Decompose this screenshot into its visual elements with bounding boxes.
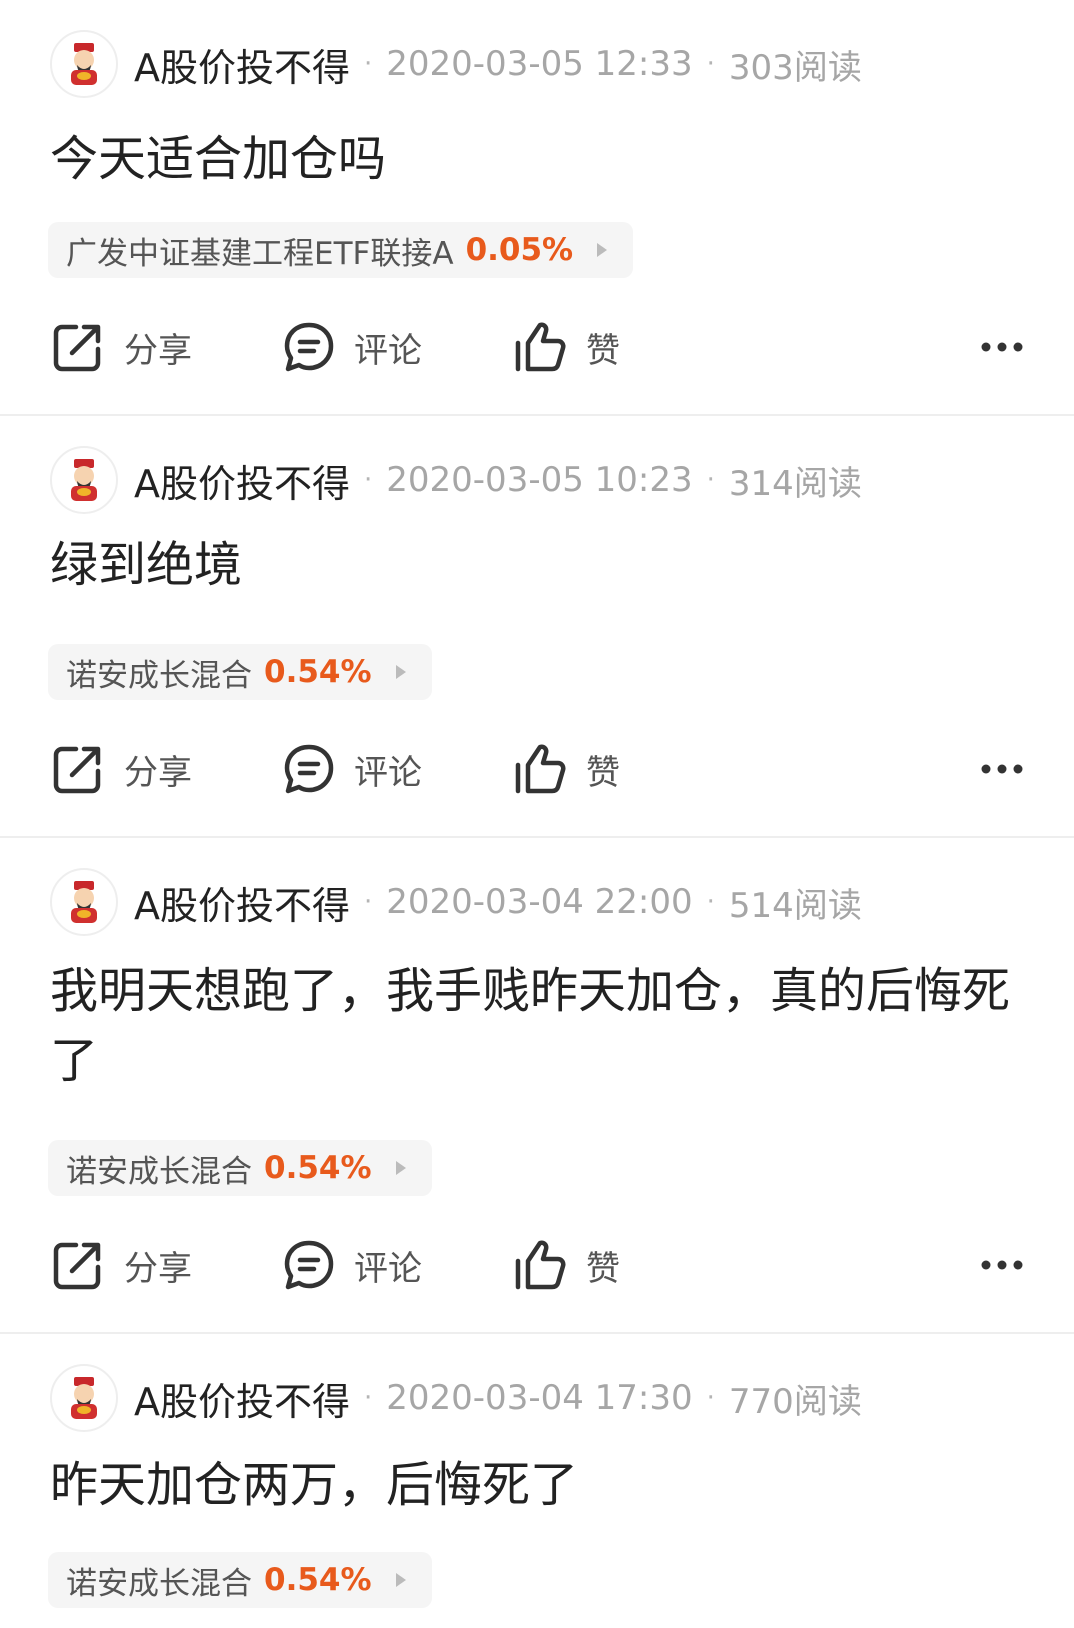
fund-change: 0.54% [264, 654, 372, 690]
separator-dot: · [706, 1383, 715, 1413]
like-label: 赞 [586, 330, 620, 371]
comment-button[interactable]: 评论 [282, 734, 422, 804]
author-name[interactable]: A股价投不得 [134, 37, 350, 92]
caishen-avatar-icon [71, 43, 97, 85]
action-bar: 分享 评论 赞 [50, 1230, 1024, 1300]
arrow-right-icon [597, 243, 608, 257]
share-button[interactable]: 分享 [50, 1230, 192, 1300]
post-text[interactable]: 绿到绝境 [50, 530, 1030, 600]
thumbs-up-icon [515, 744, 566, 794]
post-card[interactable]: A股价投不得 · 2020-03-05 12:33 · 303阅读 今天适合加仓… [0, 0, 1074, 416]
fund-tag[interactable]: 诺安成长混合 0.54% [48, 1552, 432, 1608]
comment-icon [284, 1240, 334, 1290]
more-button[interactable] [980, 312, 1024, 382]
separator-dot: · [364, 1383, 373, 1413]
separator-dot: · [364, 465, 373, 495]
read-count: 514阅读 [728, 885, 862, 926]
avatar[interactable] [50, 1364, 118, 1432]
separator-dot: · [706, 887, 715, 917]
fund-change: 0.54% [264, 1150, 372, 1186]
more-button[interactable] [980, 734, 1024, 804]
read-count: 770阅读 [728, 1381, 862, 1422]
avatar[interactable] [50, 868, 118, 936]
separator-dot: · [364, 887, 373, 917]
post-time: 2020-03-04 22:00 [386, 882, 693, 922]
avatar[interactable] [50, 446, 118, 514]
post-text[interactable]: 今天适合加仓吗 [50, 124, 1030, 194]
post-card[interactable]: A股价投不得 · 2020-03-04 17:30 · 770阅读 昨天加仓两万… [0, 1334, 1074, 1628]
arrow-right-icon [395, 1573, 406, 1587]
share-icon [53, 324, 101, 372]
read-count: 303阅读 [728, 47, 862, 88]
read-count: 314阅读 [728, 463, 862, 504]
separator-dot: · [706, 465, 715, 495]
fund-name: 诺安成长混合 [66, 1153, 252, 1190]
post-time: 2020-03-05 12:33 [386, 44, 693, 84]
fund-change: 0.54% [264, 1562, 372, 1598]
comment-icon [284, 744, 334, 794]
fund-tag[interactable]: 广发中证基建工程ETF联接A 0.05% [48, 222, 634, 278]
fund-name: 诺安成长混合 [66, 1565, 252, 1602]
separator-dot: · [706, 49, 715, 79]
share-button[interactable]: 分享 [50, 312, 192, 382]
thumbs-up-icon [515, 322, 566, 372]
post-feed: A股价投不得 · 2020-03-05 12:33 · 303阅读 今天适合加仓… [0, 0, 1074, 1628]
fund-name: 诺安成长混合 [66, 657, 252, 694]
comment-icon [284, 322, 334, 372]
more-dots-icon [981, 342, 1023, 352]
post-text[interactable]: 我明天想跑了，我手贱昨天加仓，真的后悔死了 [50, 956, 1030, 1096]
fund-tag[interactable]: 诺安成长混合 0.54% [48, 644, 432, 700]
share-label: 分享 [124, 1248, 192, 1289]
like-label: 赞 [586, 752, 620, 793]
share-icon [53, 746, 101, 794]
fund-tag[interactable]: 诺安成长混合 0.54% [48, 1140, 432, 1196]
avatar[interactable] [50, 30, 118, 98]
post-time: 2020-03-05 10:23 [386, 460, 693, 500]
action-bar: 分享 评论 赞 [50, 734, 1024, 804]
caishen-avatar-icon [71, 881, 97, 923]
like-button[interactable]: 赞 [512, 1230, 620, 1300]
author-name[interactable]: A股价投不得 [134, 1371, 350, 1426]
thumbs-up-icon [515, 1240, 566, 1290]
arrow-right-icon [395, 665, 406, 679]
caishen-avatar-icon [71, 1377, 97, 1419]
post-card[interactable]: A股价投不得 · 2020-03-04 22:00 · 514阅读 我明天想跑了… [0, 838, 1074, 1334]
post-time: 2020-03-04 17:30 [386, 1378, 693, 1418]
comment-button[interactable]: 评论 [282, 1230, 422, 1300]
share-label: 分享 [124, 752, 192, 793]
comment-label: 评论 [354, 752, 422, 793]
post-card[interactable]: A股价投不得 · 2020-03-05 10:23 · 314阅读 绿到绝境 诺… [0, 416, 1074, 838]
author-name[interactable]: A股价投不得 [134, 875, 350, 930]
caishen-avatar-icon [71, 459, 97, 501]
author-name[interactable]: A股价投不得 [134, 453, 350, 508]
comment-button[interactable]: 评论 [282, 312, 422, 382]
more-dots-icon [981, 764, 1023, 774]
post-text[interactable]: 昨天加仓两万，后悔死了 [50, 1450, 1030, 1520]
separator-dot: · [364, 49, 373, 79]
fund-change: 0.05% [465, 232, 574, 268]
post-meta: A股价投不得 · 2020-03-05 10:23 · 314阅读 [50, 442, 862, 518]
share-icon [53, 1242, 101, 1290]
share-button[interactable]: 分享 [50, 734, 192, 804]
like-button[interactable]: 赞 [512, 312, 620, 382]
action-bar: 分享 评论 赞 [50, 312, 1024, 382]
post-meta: A股价投不得 · 2020-03-04 22:00 · 514阅读 [50, 864, 862, 940]
post-meta: A股价投不得 · 2020-03-05 12:33 · 303阅读 [50, 26, 862, 102]
comment-label: 评论 [354, 1248, 422, 1289]
like-label: 赞 [586, 1248, 620, 1289]
more-button[interactable] [980, 1230, 1024, 1300]
more-dots-icon [981, 1260, 1023, 1270]
like-button[interactable]: 赞 [512, 734, 620, 804]
arrow-right-icon [395, 1161, 406, 1175]
post-meta: A股价投不得 · 2020-03-04 17:30 · 770阅读 [50, 1360, 862, 1436]
fund-name: 广发中证基建工程ETF联接A [66, 235, 454, 272]
comment-label: 评论 [354, 330, 422, 371]
share-label: 分享 [124, 330, 192, 371]
